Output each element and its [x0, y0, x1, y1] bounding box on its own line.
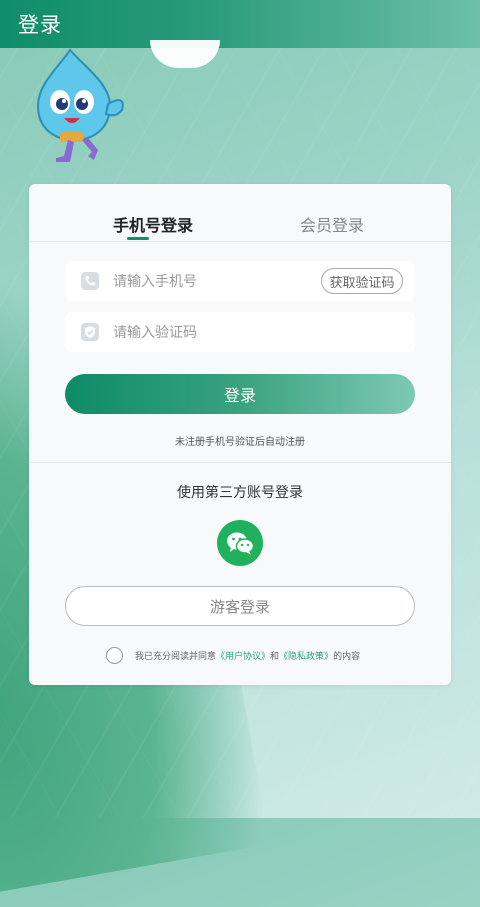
login-tabs: 手机号登录 会员登录 — [29, 184, 451, 242]
app-header: 登录 — [0, 0, 480, 48]
agreement-suffix: 的内容 — [333, 652, 361, 662]
auto-register-hint: 未注册手机号验证后自动注册 — [175, 437, 305, 448]
mascot-illustration — [36, 48, 124, 162]
tab-phone-login[interactable]: 手机号登录 — [113, 212, 193, 236]
agreement-checkbox[interactable] — [106, 647, 123, 664]
login-button[interactable]: 登录 — [65, 374, 415, 414]
guest-login-button[interactable]: 游客登录 — [65, 586, 415, 626]
third-party-login-title: 使用第三方账号登录 — [177, 485, 303, 501]
phone-input[interactable]: 请输入手机号 获取验证码 — [65, 261, 415, 301]
active-tab-indicator — [127, 237, 149, 240]
agreement-prefix: 我已充分阅读并同意 — [135, 652, 217, 662]
agreement-row: 我已充分阅读并同意 《用户协议》 和 《隐私政策》 的内容 — [106, 647, 360, 664]
wechat-login-button[interactable] — [217, 520, 263, 566]
user-agreement-link[interactable]: 《用户协议》 — [216, 649, 270, 662]
phone-icon — [81, 272, 99, 290]
privacy-policy-link[interactable]: 《隐私政策》 — [279, 649, 333, 662]
code-placeholder: 请输入验证码 — [113, 325, 197, 341]
phone-placeholder: 请输入手机号 — [113, 274, 197, 290]
page-title: 登录 — [18, 13, 62, 37]
agreement-and: 和 — [270, 652, 280, 662]
code-input[interactable]: 请输入验证码 — [65, 312, 415, 352]
wechat-icon — [227, 532, 255, 555]
tab-member-login[interactable]: 会员登录 — [300, 212, 364, 236]
section-divider — [29, 462, 451, 463]
login-card: 手机号登录 会员登录 请输入手机号 获取验证码 请输入验证码 登录 未注册手机号… — [29, 184, 451, 685]
get-code-button[interactable]: 获取验证码 — [321, 268, 403, 294]
shield-icon — [81, 323, 99, 341]
